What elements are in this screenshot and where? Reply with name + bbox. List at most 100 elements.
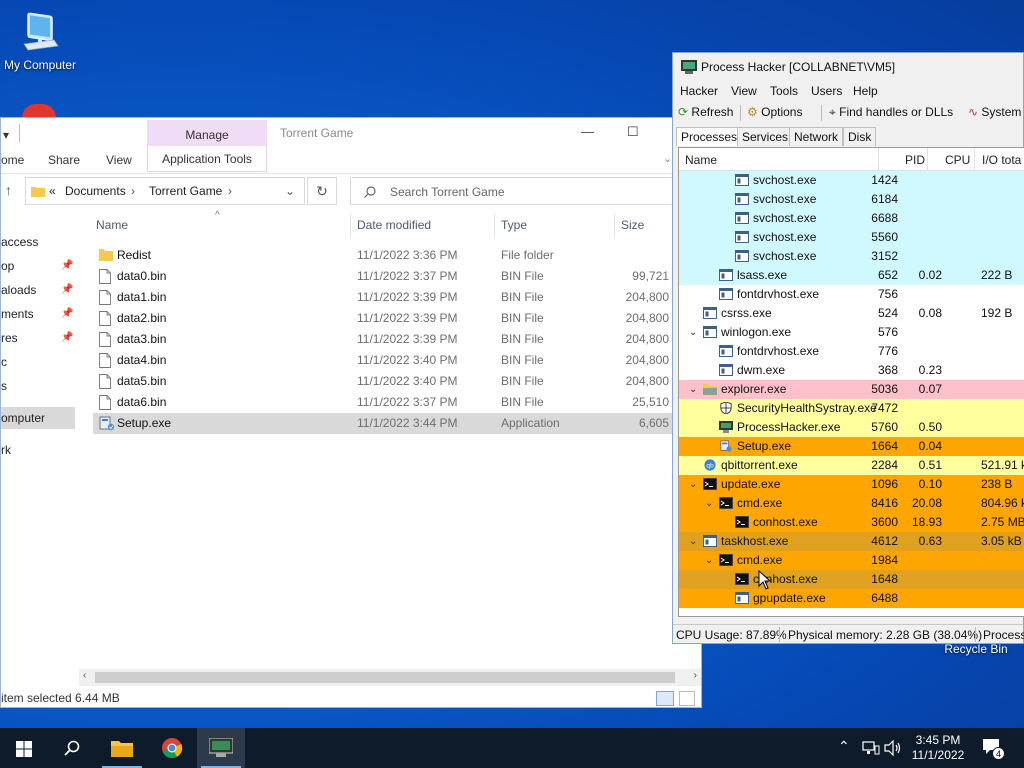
process-row[interactable]: ProcessHacker.exe 5760 0.50 [679,418,1024,437]
process-row[interactable]: ⌄ update.exe 1096 0.10 238 B [679,475,1024,494]
process-row[interactable]: csrss.exe 524 0.08 192 B [679,304,1024,323]
nav-item-quick-access[interactable]: access [1,231,75,253]
nav-item-videos[interactable]: s [1,375,75,397]
process-row[interactable]: svchost.exe 6688 [679,209,1024,228]
system-info-button[interactable]: ∿ System [968,105,1021,119]
tab-view[interactable]: View [106,153,132,167]
process-row[interactable]: conhost.exe 3600 18.93 2.75 MB [679,513,1024,532]
collapse-toggle-icon[interactable]: ⌄ [689,475,697,494]
start-button[interactable] [0,728,48,768]
collapse-toggle-icon[interactable]: ⌄ [689,380,697,399]
menu-tools[interactable]: Tools [770,84,798,98]
address-bar[interactable]: « Documents › Torrent Game › ⌄ [25,177,305,205]
process-row[interactable]: fontdrvhost.exe 756 [679,285,1024,304]
file-row[interactable]: data6.bin 11/1/2022 3:37 PM BIN File 25,510 [93,392,673,413]
collapse-toggle-icon[interactable]: ⌄ [705,551,713,570]
menu-help[interactable]: Help [853,84,878,98]
chevron-down-icon[interactable]: ⌄ [285,184,295,198]
refresh-button[interactable]: ↻ [307,177,337,205]
process-row[interactable]: fontdrvhost.exe 776 [679,342,1024,361]
breadcrumb-documents[interactable]: Documents [65,184,126,198]
nav-item-network[interactable]: rk [1,439,75,461]
process-row[interactable]: ⌄ cmd.exe 1984 [679,551,1024,570]
file-row[interactable]: data4.bin 11/1/2022 3:40 PM BIN File 204,80… [93,350,673,371]
process-row[interactable]: Setup.exe 1664 0.04 [679,437,1024,456]
tab-processes[interactable]: Processes [676,127,743,146]
nav-item-desktop[interactable]: op 📌 [1,255,75,277]
breadcrumb-torrent-game[interactable]: Torrent Game [149,184,222,198]
nav-item-music[interactable]: c [1,351,75,373]
volume-icon[interactable] [884,740,902,756]
tab-home[interactable]: ome [1,153,24,167]
large-icons-view-icon[interactable] [679,691,695,706]
process-row[interactable]: ⌄ explorer.exe 5036 0.07 [679,380,1024,399]
maximize-button[interactable]: ☐ [627,124,639,140]
file-row[interactable]: Redist 11/1/2022 3:36 PM File folder [93,245,673,266]
column-header-pid[interactable]: PID [905,153,925,167]
nav-item-downloads[interactable]: aloads 📌 [1,279,75,301]
nav-item-this-pc[interactable]: omputer [1,407,75,429]
process-row[interactable]: svchost.exe 3152 [679,247,1024,266]
process-row[interactable]: svchost.exe 5560 [679,228,1024,247]
details-view-icon[interactable] [656,691,674,706]
tab-disk[interactable]: Disk [843,127,877,146]
menu-hacker[interactable]: Hacker [680,84,718,98]
column-header-date[interactable]: Date modified [357,218,431,232]
file-row[interactable]: data1.bin 11/1/2022 3:39 PM BIN File 204,80… [93,287,673,308]
search-button[interactable] [48,728,96,768]
process-row[interactable]: conhost.exe 1648 [679,570,1024,589]
tab-share[interactable]: Share [48,153,80,167]
options-button[interactable]: ⚙ Options [747,105,802,119]
process-row[interactable]: gpupdate.exe 6488 [679,589,1024,608]
desktop-icon-my-computer[interactable]: My Computer [0,10,82,72]
file-row[interactable]: Setup.exe 11/1/2022 3:44 PM Application 6,6… [93,413,673,434]
column-header-type[interactable]: Type [501,218,527,232]
scrollbar-thumb[interactable] [95,672,675,683]
menu-users[interactable]: Users [811,84,842,98]
taskbar-file-explorer[interactable] [98,728,146,768]
file-row[interactable]: data5.bin 11/1/2022 3:40 PM BIN File 204,80… [93,371,673,392]
collapse-toggle-icon[interactable]: ⌄ [689,323,697,342]
process-row[interactable]: svchost.exe 1424 [679,171,1024,190]
menu-view[interactable]: View [731,84,757,98]
taskbar-process-hacker[interactable] [197,728,245,768]
column-header-name[interactable]: Name [96,218,128,232]
nav-item-pictures[interactable]: res 📌 [1,327,75,349]
process-row[interactable]: qb qbittorrent.exe 2284 0.51 521.91 kB [679,456,1024,475]
search-input[interactable]: Search Torrent Game [350,177,680,205]
horizontal-scrollbar[interactable]: ‹ › [79,669,701,686]
column-header-name[interactable]: Name [685,153,717,167]
file-row[interactable]: data0.bin 11/1/2022 3:37 PM BIN File 99,721 [93,266,673,287]
tab-services[interactable]: Services [737,127,794,146]
column-header-io[interactable]: I/O tota [982,153,1021,167]
collapse-toggle-icon[interactable]: ⌄ [705,494,713,513]
process-row[interactable]: ⌄ winlogon.exe 576 [679,323,1024,342]
process-row[interactable]: svchost.exe 6184 [679,190,1024,209]
tab-application-tools[interactable]: Application Tools [147,146,267,172]
network-icon[interactable] [862,740,880,756]
file-row[interactable]: data2.bin 11/1/2022 3:39 PM BIN File 204,80… [93,308,673,329]
taskbar-chrome[interactable] [148,728,196,768]
minimize-button[interactable]: — [581,124,594,139]
breadcrumb-overflow[interactable]: « [49,184,56,198]
quick-access-menu-icon[interactable]: ▾ [3,128,9,142]
tab-network[interactable]: Network [789,127,844,146]
clock[interactable]: 3:45 PM 11/1/2022 [906,733,970,763]
column-header-cpu[interactable]: CPU [945,153,970,167]
collapse-toggle-icon[interactable]: ⌄ [689,532,697,551]
up-arrow-icon[interactable]: ↑ [5,182,12,198]
ribbon-expand-icon[interactable]: ⌄ [663,152,672,165]
nav-item-documents[interactable]: ments 📌 [1,303,75,325]
column-header-size[interactable]: Size [621,218,644,232]
process-row[interactable]: SecurityHealthSystray.exe 7472 [679,399,1024,418]
scroll-right-icon[interactable]: › [694,670,697,681]
process-row[interactable]: ⌄ cmd.exe 8416 20.08 804.96 kB [679,494,1024,513]
action-center-button[interactable]: 4 [982,738,1008,760]
process-row[interactable]: ⌄ taskhost.exe 4612 0.63 3.05 kB [679,532,1024,551]
process-row[interactable]: dwm.exe 368 0.23 [679,361,1024,380]
scroll-left-icon[interactable]: ‹ [83,670,86,681]
refresh-button[interactable]: ⟳ Refresh [678,105,733,119]
file-row[interactable]: data3.bin 11/1/2022 3:39 PM BIN File 204,80… [93,329,673,350]
find-handles-button[interactable]: ⌖ Find handles or DLLs [829,105,953,120]
show-hidden-icons-icon[interactable]: ⌃ [838,738,850,755]
